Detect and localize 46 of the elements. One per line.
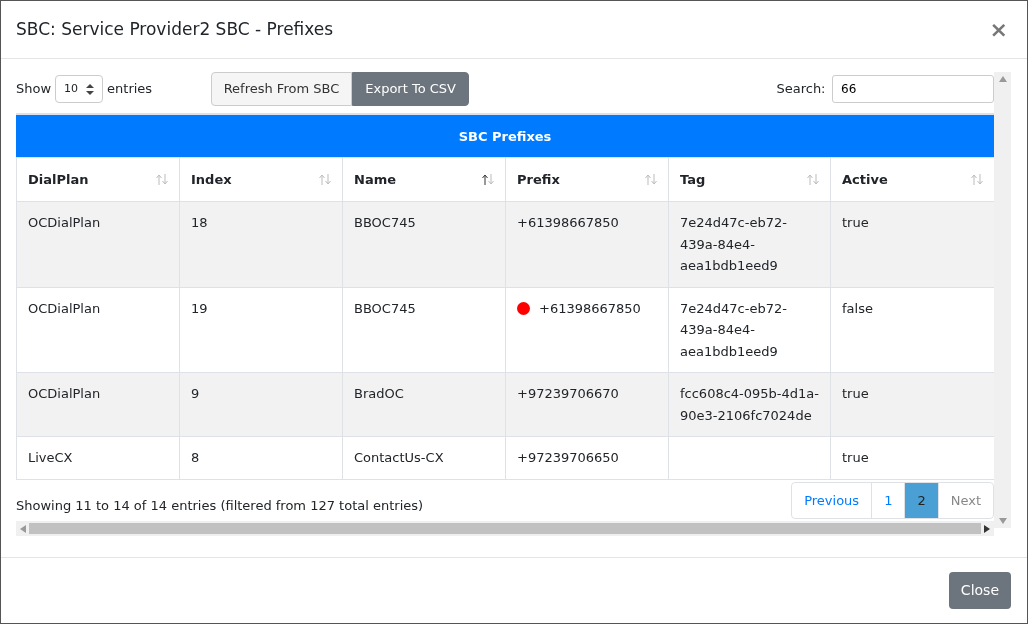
horizontal-scrollbar[interactable] [16,521,994,536]
vertical-scrollbar[interactable] [994,72,1011,528]
column-header[interactable]: Index [179,157,343,202]
table-cell: +97239706670 [505,372,669,437]
close-button[interactable]: Close [948,572,1011,609]
search-field[interactable]: 66 [832,75,994,103]
search-label: Search: [776,80,826,99]
column-header[interactable]: Name [342,157,506,202]
table-caption: SBC Prefixes [16,113,994,157]
scroll-down-icon[interactable] [998,518,1007,524]
show-label: Show [16,80,52,99]
updown-caret-icon [86,83,95,95]
table-cell: +61398667850 [505,201,669,287]
entries-info: Showing 11 to 14 of 14 entries (filtered from 127 total entries) [16,497,424,516]
table-cell: true [830,201,995,287]
export-button[interactable]: Export To CSV [352,72,469,106]
table-cell: fcc608c4-095b-4d1a-90e3-2106fc7024de [668,372,831,437]
table-cell-text: +61398667850 [539,300,641,316]
refresh-button[interactable]: Refresh From SBC [210,72,353,106]
table-cell: ContactUs-CX [342,436,506,479]
table-cell: OCDialPlan [16,201,180,287]
table-cell: OCDialPlan [16,372,180,437]
table-cell: BBOC745 [342,201,506,287]
table-cell: 9 [179,372,343,437]
pagination-link[interactable]: 2 [904,482,938,518]
scroll-left-icon[interactable] [20,524,26,533]
table-cell: 7e24d47c-eb72-439a-84e4-aea1bdb1eed9 [668,287,831,373]
scroll-right-icon[interactable] [984,524,990,533]
table-cell: +97239706650 [505,436,669,479]
table-cell: 18 [179,201,343,287]
entries-label: entries [107,80,153,99]
entries-select[interactable]: 10 [55,75,104,103]
pagination-link[interactable]: Previous [792,482,872,518]
table-cell: true [830,372,995,437]
table-cell: BBOC745 [342,287,506,373]
table-cell: 19 [179,287,343,373]
table-cell: OCDialPlan [16,287,180,373]
scroll-up-icon[interactable] [998,76,1007,82]
table-cell: 8 [179,436,343,479]
table-cell: LiveCX [16,436,180,479]
modal-title: SBC: Service Provider2 SBC - Prefixes [16,17,334,41]
column-header[interactable]: Prefix [505,157,669,202]
table-cell: 7e24d47c-eb72-439a-84e4-aea1bdb1eed9 [668,201,831,287]
column-header[interactable]: DialPlan [16,157,180,202]
column-header[interactable]: Tag [668,157,831,202]
table-cell: BradOC [342,372,506,437]
